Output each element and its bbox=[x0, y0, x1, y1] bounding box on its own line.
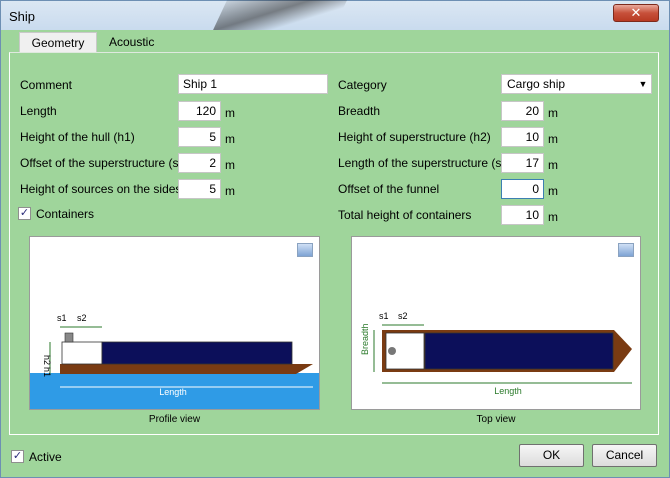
top-view: s1 s2 Breadth Length bbox=[351, 236, 641, 410]
window-title: Ship bbox=[9, 9, 36, 24]
superstructure-offset-unit: m bbox=[225, 158, 235, 172]
superstructure-height-unit: m bbox=[548, 132, 558, 146]
top-view-caption: Top view bbox=[476, 414, 516, 425]
superstructure-offset-label: Offset of the superstructure (s1) bbox=[20, 156, 190, 170]
breadth-label: Breadth bbox=[338, 104, 381, 118]
profile-h1-label: h1 bbox=[42, 367, 52, 377]
sources-height-unit: m bbox=[225, 184, 235, 198]
superstructure-length-label: Length of the superstructure (s2) bbox=[338, 156, 513, 170]
ok-button[interactable]: OK bbox=[519, 444, 584, 467]
category-value: Cargo ship bbox=[507, 77, 566, 91]
close-button[interactable]: ✕ bbox=[613, 4, 659, 22]
hull-height-label: Height of the hull (h1) bbox=[20, 130, 135, 144]
funnel-offset-label: Offset of the funnel bbox=[338, 182, 440, 196]
tab-bar: Geometry Acoustic bbox=[9, 32, 659, 52]
funnel bbox=[64, 332, 74, 343]
superstructure-offset-field[interactable]: 2 bbox=[178, 153, 221, 173]
profile-s2-label: s2 bbox=[77, 313, 87, 323]
superstructure-height-field[interactable]: 10 bbox=[501, 127, 544, 147]
profile-s1-label: s1 bbox=[57, 313, 67, 323]
title-bar-decoration bbox=[211, 0, 351, 33]
profile-diagram: s1 s2 h2 h1 Length bbox=[30, 313, 319, 409]
superstructure-height-label: Height of superstructure (h2) bbox=[338, 130, 491, 144]
hull bbox=[60, 364, 313, 374]
containers-height-label: Total height of containers bbox=[338, 208, 472, 222]
top-funnel bbox=[388, 347, 396, 355]
top-containers-block bbox=[424, 332, 614, 370]
active-label: Active bbox=[29, 450, 62, 464]
category-dropdown[interactable]: Cargo ship ▼ bbox=[501, 74, 652, 94]
hull-height-unit: m bbox=[225, 132, 235, 146]
breadth-unit: m bbox=[548, 106, 558, 120]
length-unit: m bbox=[225, 106, 235, 120]
breadth-field[interactable]: 20 bbox=[501, 101, 544, 121]
top-s1-label: s1 bbox=[379, 311, 389, 321]
tab-geometry[interactable]: Geometry bbox=[19, 32, 97, 52]
hull-height-field[interactable]: 5 bbox=[178, 127, 221, 147]
chevron-down-icon[interactable]: ▼ bbox=[635, 75, 651, 93]
top-length-label: Length bbox=[494, 386, 522, 396]
top-breadth-label: Breadth bbox=[360, 323, 370, 355]
top-diagram: s1 s2 Breadth Length bbox=[360, 311, 632, 396]
containers-height-field[interactable]: 10 bbox=[501, 205, 544, 225]
top-s2-label: s2 bbox=[398, 311, 408, 321]
superstructure bbox=[61, 341, 103, 365]
profile-length-label: Length bbox=[159, 387, 187, 397]
cancel-button[interactable]: Cancel bbox=[592, 444, 657, 467]
category-label: Category bbox=[338, 78, 387, 92]
active-checkbox[interactable]: ✓ bbox=[11, 450, 24, 463]
title-bar: Ship ✕ bbox=[0, 0, 670, 33]
sources-height-field[interactable]: 5 bbox=[178, 179, 221, 199]
profile-view: s1 s2 h2 h1 Length bbox=[29, 236, 320, 410]
superstructure-length-field[interactable]: 17 bbox=[501, 153, 544, 173]
containers-label: Containers bbox=[36, 207, 95, 221]
funnel-offset-unit: m bbox=[548, 184, 558, 198]
containers-block bbox=[101, 341, 293, 365]
funnel-offset-field[interactable]: 0 bbox=[501, 179, 544, 199]
profile-h2-label: h2 bbox=[42, 355, 52, 365]
tab-acoustic[interactable]: Acoustic bbox=[99, 32, 164, 52]
length-field[interactable]: 120 bbox=[178, 101, 221, 121]
comment-field[interactable]: Ship 1 bbox=[178, 74, 328, 94]
superstructure-length-unit: m bbox=[548, 158, 558, 172]
length-label: Length bbox=[20, 104, 57, 118]
sources-height-label: Height of sources on the sides bbox=[20, 182, 182, 196]
profile-view-caption: Profile view bbox=[148, 414, 201, 425]
comment-label: Comment bbox=[20, 78, 73, 92]
containers-height-unit: m bbox=[548, 210, 558, 224]
containers-checkbox[interactable]: ✓ bbox=[18, 207, 31, 220]
